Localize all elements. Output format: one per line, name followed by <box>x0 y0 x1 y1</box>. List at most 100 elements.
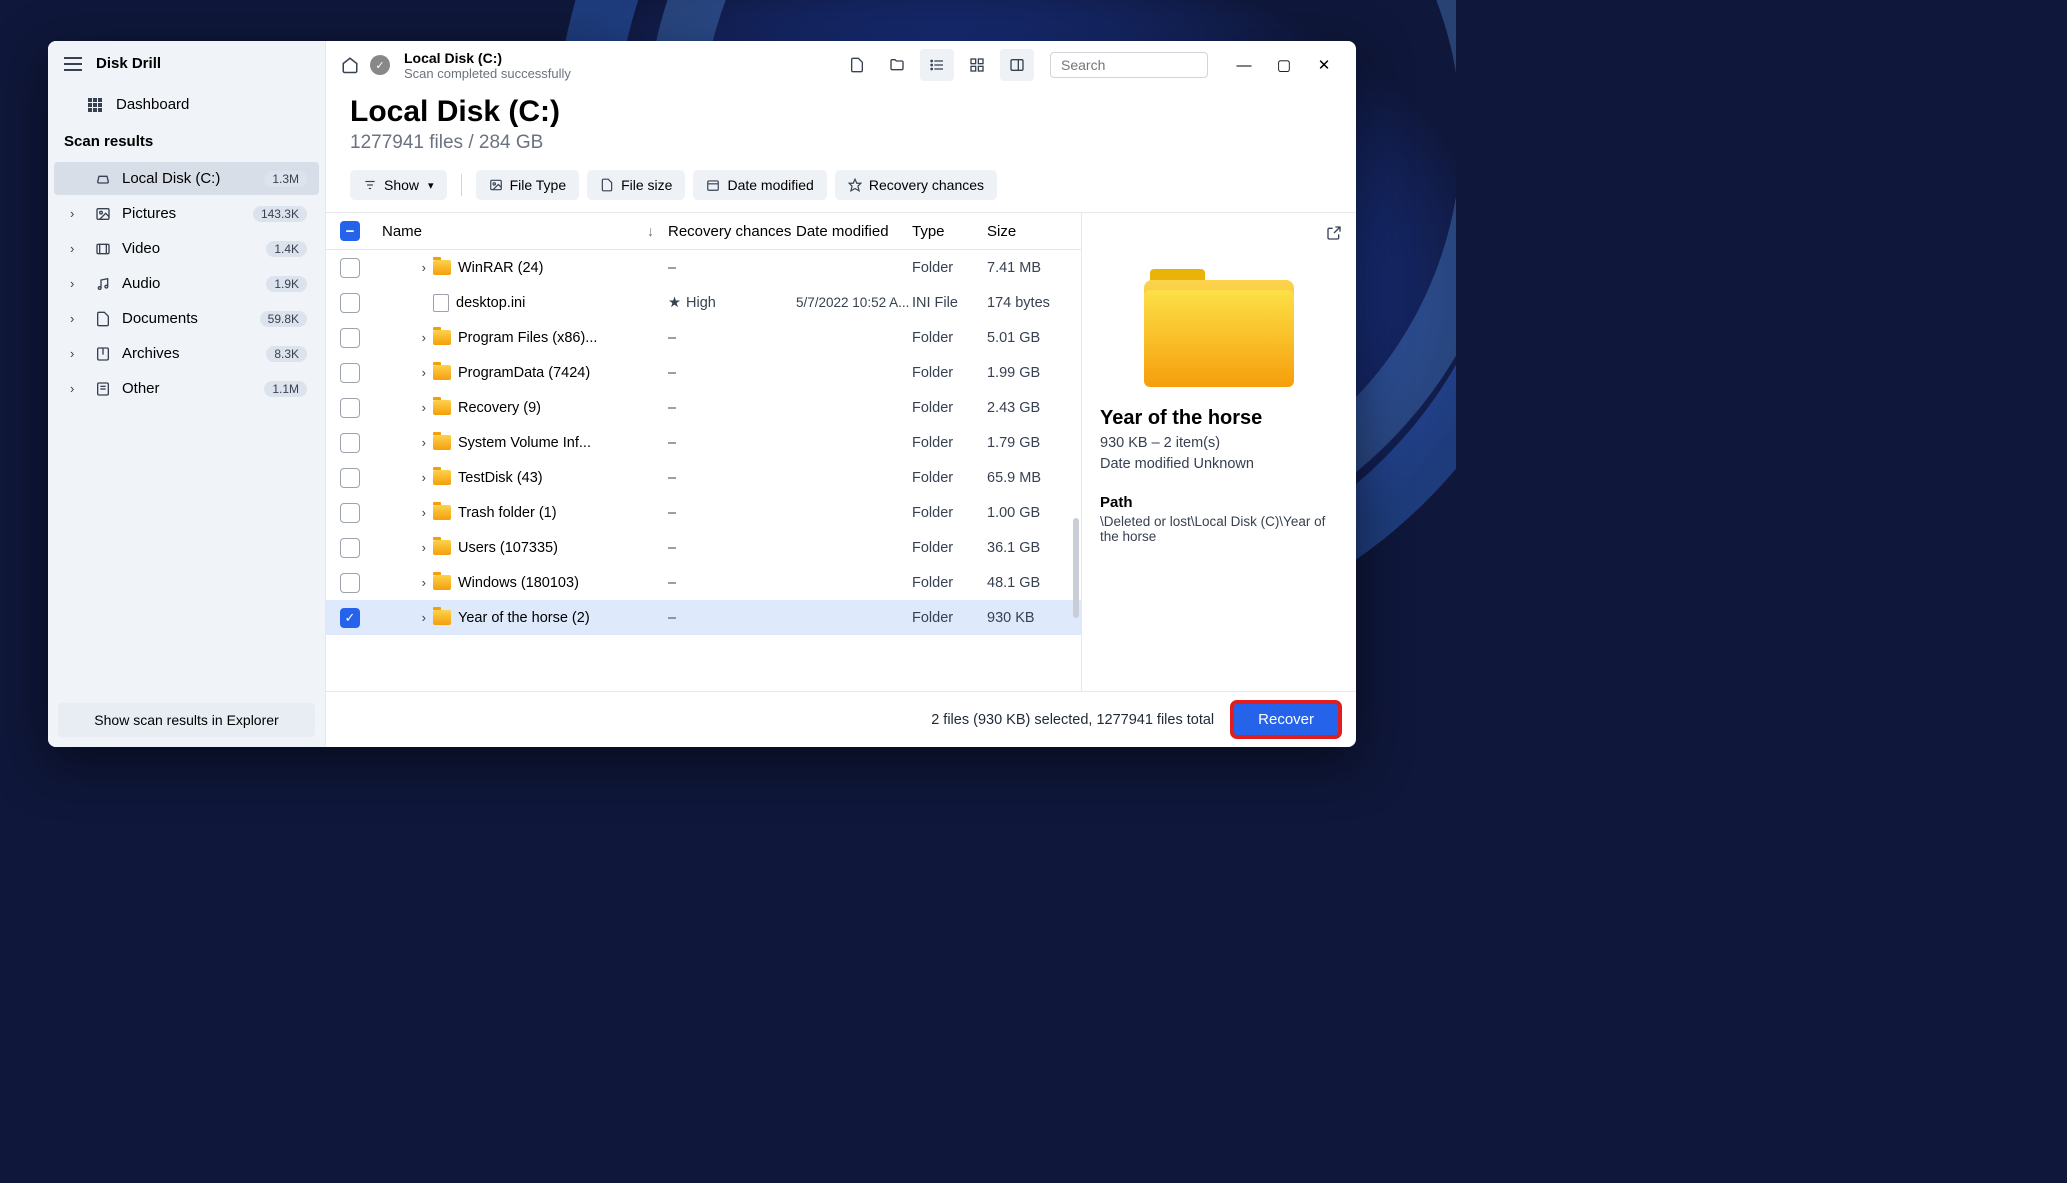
recovery-cell: – <box>668 330 796 346</box>
folder-icon <box>433 365 451 380</box>
sidebar-item-other[interactable]: › Other 1.1M <box>54 372 319 405</box>
maximize-button[interactable]: ▢ <box>1266 50 1302 80</box>
expand-icon[interactable]: › <box>382 470 426 485</box>
row-checkbox[interactable] <box>340 433 360 453</box>
table-row[interactable]: › Users (107335) – Folder 36.1 GB <box>326 530 1081 565</box>
sidebar-section-header: Scan results <box>48 123 325 160</box>
row-name: ProgramData (7424) <box>458 365 590 381</box>
expand-icon[interactable]: › <box>382 505 426 520</box>
search-input[interactable] <box>1061 57 1242 73</box>
file-view-icon[interactable] <box>840 49 874 81</box>
info-panel: Year of the horse 930 KB – 2 item(s) Dat… <box>1081 213 1356 691</box>
expand-icon[interactable]: › <box>382 610 426 625</box>
audio-icon <box>94 276 112 292</box>
row-checkbox[interactable] <box>340 468 360 488</box>
size-cell: 5.01 GB <box>987 330 1067 346</box>
grid-view-icon[interactable] <box>960 49 994 81</box>
nav-dashboard[interactable]: Dashboard <box>48 86 325 123</box>
folder-icon <box>433 400 451 415</box>
date-modified-filter-button[interactable]: Date modified <box>693 170 826 200</box>
menu-icon[interactable] <box>64 57 82 71</box>
sidebar-item-document[interactable]: › Documents 59.8K <box>54 302 319 335</box>
dashboard-icon <box>88 98 102 112</box>
star-icon: ★ <box>668 295 681 311</box>
info-title: Year of the horse <box>1100 407 1338 430</box>
row-checkbox[interactable] <box>340 258 360 278</box>
expand-icon[interactable]: › <box>382 365 426 380</box>
table-row[interactable]: ✓ › Year of the horse (2) – Folder 930 K… <box>326 600 1081 635</box>
expand-icon[interactable]: › <box>382 260 426 275</box>
name-cell: › Trash folder (1) <box>368 505 668 521</box>
recovery-chances-filter-button[interactable]: Recovery chances <box>835 170 997 200</box>
type-cell: Folder <box>912 365 987 381</box>
table-row[interactable]: › System Volume Inf... – Folder 1.79 GB <box>326 425 1081 460</box>
table-row[interactable]: › TestDisk (43) – Folder 65.9 MB <box>326 460 1081 495</box>
close-button[interactable]: ✕ <box>1306 50 1342 80</box>
row-checkbox[interactable] <box>340 363 360 383</box>
row-checkbox[interactable]: ✓ <box>340 608 360 628</box>
expand-icon[interactable]: › <box>382 575 426 590</box>
sidebar-item-audio[interactable]: › Audio 1.9K <box>54 267 319 300</box>
row-checkbox[interactable] <box>340 573 360 593</box>
table-row[interactable]: › Program Files (x86)... – Folder 5.01 G… <box>326 320 1081 355</box>
chevron-right-icon: › <box>70 276 84 291</box>
show-in-explorer-button[interactable]: Show scan results in Explorer <box>58 703 315 737</box>
breadcrumb: Local Disk (C:) Scan completed successfu… <box>404 50 571 81</box>
chevron-right-icon: › <box>70 206 84 221</box>
sidebar-item-count: 1.1M <box>264 381 307 397</box>
row-checkbox[interactable] <box>340 293 360 313</box>
minimize-button[interactable]: — <box>1226 50 1262 80</box>
expand-icon[interactable]: › <box>382 435 426 450</box>
table-row[interactable]: › Trash folder (1) – Folder 1.00 GB <box>326 495 1081 530</box>
expand-icon[interactable]: › <box>382 540 426 555</box>
sidebar-item-archive[interactable]: › Archives 8.3K <box>54 337 319 370</box>
col-name-header[interactable]: Name ↓ <box>368 223 668 240</box>
sidebar: Disk Drill Dashboard Scan results › Loca… <box>48 41 326 747</box>
popout-icon[interactable] <box>1324 223 1344 243</box>
folder-icon <box>433 330 451 345</box>
sidebar-item-disk[interactable]: › Local Disk (C:) 1.3M <box>54 162 319 195</box>
chevron-right-icon: › <box>70 381 84 396</box>
row-checkbox[interactable] <box>340 503 360 523</box>
show-filter-button[interactable]: Show <box>350 170 447 200</box>
sidebar-item-label: Archives <box>122 345 256 362</box>
expand-icon[interactable]: › <box>382 330 426 345</box>
home-icon[interactable] <box>340 55 360 75</box>
col-date-header[interactable]: Date modified <box>796 223 912 240</box>
table-row[interactable]: › Windows (180103) – Folder 48.1 GB <box>326 565 1081 600</box>
file-icon <box>600 178 614 192</box>
folder-icon <box>433 260 451 275</box>
row-checkbox[interactable] <box>340 328 360 348</box>
list-view-icon[interactable] <box>920 49 954 81</box>
search-box[interactable] <box>1050 52 1208 78</box>
header-checkbox[interactable]: − <box>340 221 360 241</box>
sidebar-item-image[interactable]: › Pictures 143.3K <box>54 197 319 230</box>
file-type-filter-button[interactable]: File Type <box>476 170 580 200</box>
row-checkbox[interactable] <box>340 398 360 418</box>
table-row[interactable]: › ProgramData (7424) – Folder 1.99 GB <box>326 355 1081 390</box>
table-row[interactable]: desktop.ini ★High 5/7/2022 10:52 A... IN… <box>326 285 1081 320</box>
expand-icon[interactable]: › <box>382 400 426 415</box>
app-window: Disk Drill Dashboard Scan results › Loca… <box>48 41 1356 747</box>
folder-icon <box>433 610 451 625</box>
row-name: System Volume Inf... <box>458 435 591 451</box>
table-row[interactable]: › WinRAR (24) – Folder 7.41 MB <box>326 250 1081 285</box>
sidebar-item-label: Local Disk (C:) <box>122 170 254 187</box>
recovery-cell: – <box>668 365 796 381</box>
scrollbar[interactable] <box>1073 518 1079 618</box>
panel-view-icon[interactable] <box>1000 49 1034 81</box>
recover-button[interactable]: Recover <box>1232 702 1340 737</box>
folder-view-icon[interactable] <box>880 49 914 81</box>
file-size-filter-button[interactable]: File size <box>587 170 685 200</box>
col-type-header[interactable]: Type <box>912 223 987 240</box>
row-checkbox[interactable] <box>340 538 360 558</box>
sidebar-item-video[interactable]: › Video 1.4K <box>54 232 319 265</box>
info-folder-icon <box>1144 272 1294 387</box>
col-recovery-header[interactable]: Recovery chances <box>668 223 796 240</box>
table-row[interactable]: › Recovery (9) – Folder 2.43 GB <box>326 390 1081 425</box>
topbar: ✓ Local Disk (C:) Scan completed success… <box>326 41 1356 89</box>
sidebar-item-label: Video <box>122 240 256 257</box>
chevron-right-icon: › <box>70 241 84 256</box>
col-size-header[interactable]: Size <box>987 223 1067 240</box>
size-cell: 174 bytes <box>987 295 1067 311</box>
